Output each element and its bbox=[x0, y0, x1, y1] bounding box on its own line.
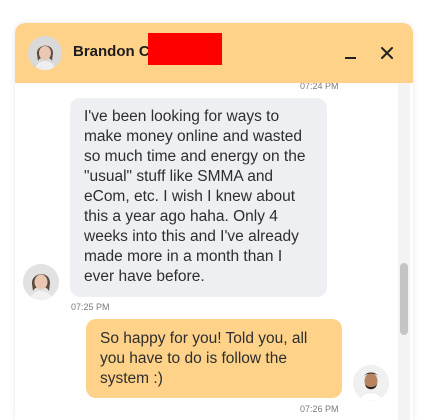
contact-avatar-image bbox=[28, 36, 62, 70]
minimize-icon bbox=[345, 57, 356, 59]
outgoing-message-timestamp: 07:26 PM bbox=[300, 404, 339, 414]
message-timestamp-top: 07:24 PM bbox=[300, 83, 339, 91]
scrollbar-track[interactable] bbox=[398, 83, 410, 420]
contact-avatar[interactable] bbox=[28, 36, 62, 70]
sender-avatar-image bbox=[23, 264, 59, 300]
minimize-button[interactable] bbox=[339, 41, 363, 65]
close-icon bbox=[381, 47, 393, 59]
close-button[interactable] bbox=[375, 41, 399, 65]
incoming-sender-avatar[interactable] bbox=[23, 264, 59, 300]
redaction-block bbox=[148, 33, 222, 65]
chat-header: Brandon C bbox=[15, 23, 413, 83]
incoming-message-text: I've been looking for ways to make money… bbox=[84, 108, 306, 285]
contact-name: Brandon C bbox=[73, 43, 150, 60]
incoming-message-bubble: I've been looking for ways to make money… bbox=[70, 98, 327, 297]
chat-window: Brandon C 07:24 PM I've been looking for… bbox=[15, 23, 413, 420]
outgoing-sender-avatar[interactable] bbox=[353, 365, 389, 401]
outgoing-message-text: So happy for you! Told you, all you have… bbox=[100, 330, 308, 387]
incoming-message-timestamp: 07:25 PM bbox=[71, 302, 110, 312]
own-avatar-image bbox=[353, 365, 389, 401]
message-list: 07:24 PM I've been looking for ways to m… bbox=[15, 83, 413, 420]
outgoing-message-bubble: So happy for you! Told you, all you have… bbox=[86, 319, 342, 398]
scrollbar-thumb[interactable] bbox=[400, 263, 408, 335]
